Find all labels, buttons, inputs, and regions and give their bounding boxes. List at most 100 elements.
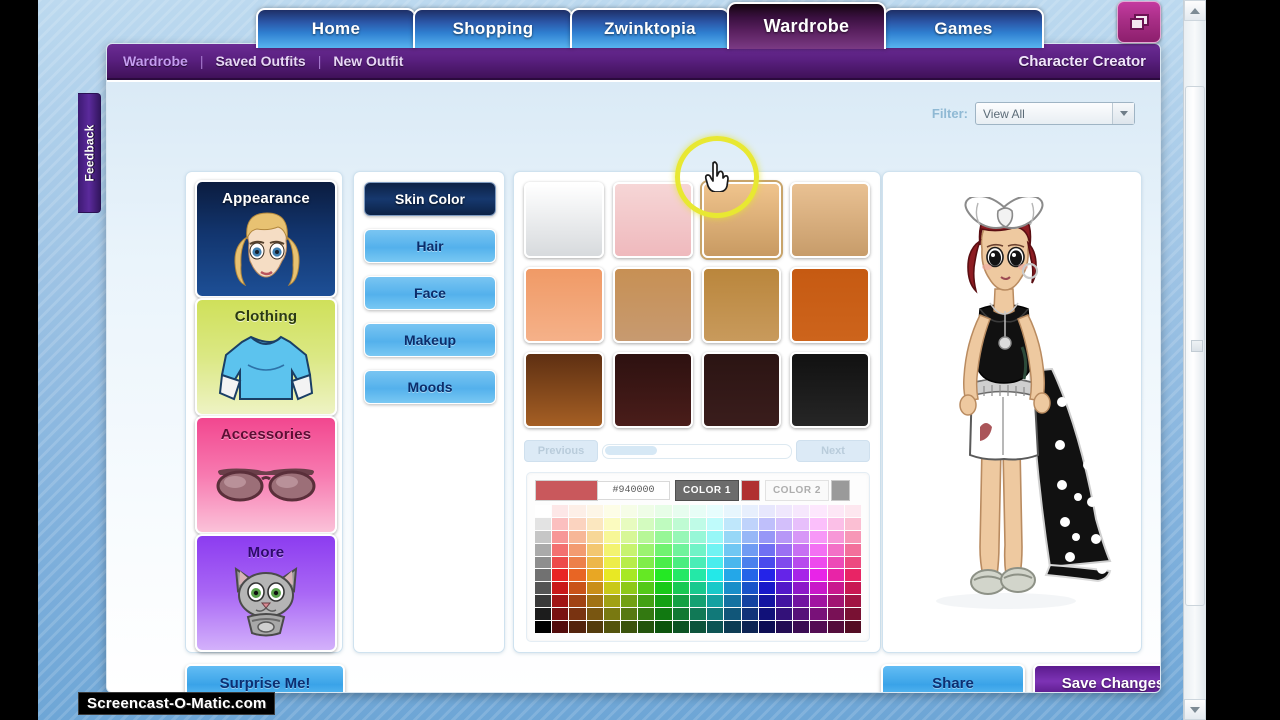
palette-cell[interactable] bbox=[603, 621, 621, 633]
palette-cell[interactable] bbox=[758, 556, 775, 569]
palette-cell[interactable] bbox=[741, 621, 758, 633]
palette-cell[interactable] bbox=[810, 608, 827, 621]
palette-cell[interactable] bbox=[586, 530, 603, 543]
palette-cell[interactable] bbox=[827, 582, 844, 595]
palette-cell[interactable] bbox=[603, 556, 621, 569]
palette-cell[interactable] bbox=[655, 621, 672, 633]
palette-cell[interactable] bbox=[758, 569, 775, 582]
palette-cell[interactable] bbox=[689, 608, 707, 621]
swatch-pink[interactable] bbox=[612, 182, 693, 258]
palette-cell[interactable] bbox=[535, 569, 552, 582]
palette-cell[interactable] bbox=[724, 608, 741, 621]
palette-cell[interactable] bbox=[603, 595, 621, 608]
palette-cell[interactable] bbox=[586, 505, 603, 517]
palette-cell[interactable] bbox=[724, 595, 741, 608]
palette-cell[interactable] bbox=[621, 543, 638, 556]
palette-cell[interactable] bbox=[569, 569, 586, 582]
palette-cell[interactable] bbox=[741, 569, 758, 582]
palette-cell[interactable] bbox=[810, 621, 827, 633]
palette-cell[interactable] bbox=[535, 582, 552, 595]
palette-cell[interactable] bbox=[827, 621, 844, 633]
subnav-item-new-outfit[interactable]: New Outfit bbox=[321, 53, 415, 69]
palette-cell[interactable] bbox=[621, 556, 638, 569]
palette-cell[interactable] bbox=[621, 517, 638, 530]
palette-cell[interactable] bbox=[741, 595, 758, 608]
tab-games[interactable]: Games bbox=[883, 8, 1044, 48]
palette-cell[interactable] bbox=[724, 556, 741, 569]
category-appearance[interactable]: Appearance bbox=[195, 180, 337, 298]
palette-cell[interactable] bbox=[758, 582, 775, 595]
palette-cell[interactable] bbox=[775, 582, 793, 595]
palette-cell[interactable] bbox=[552, 543, 569, 556]
palette-cell[interactable] bbox=[758, 530, 775, 543]
palette-cell[interactable] bbox=[586, 543, 603, 556]
palette-cell[interactable] bbox=[793, 582, 810, 595]
palette-cell[interactable] bbox=[689, 505, 707, 517]
page-scroll-thumb[interactable] bbox=[605, 445, 657, 455]
scroll-up-arrow-icon[interactable] bbox=[1184, 0, 1206, 21]
palette-cell[interactable] bbox=[586, 595, 603, 608]
palette-cell[interactable] bbox=[707, 517, 724, 530]
swatch-light-tan[interactable] bbox=[701, 182, 782, 258]
palette-cell[interactable] bbox=[672, 556, 689, 569]
palette-cell[interactable] bbox=[844, 582, 861, 595]
hex-value-field[interactable]: #940000 bbox=[598, 480, 670, 500]
palette-cell[interactable] bbox=[552, 621, 569, 633]
palette-cell[interactable] bbox=[552, 569, 569, 582]
palette-cell[interactable] bbox=[810, 569, 827, 582]
palette-cell[interactable] bbox=[793, 569, 810, 582]
palette-cell[interactable] bbox=[775, 621, 793, 633]
palette-cell[interactable] bbox=[586, 569, 603, 582]
palette-cell[interactable] bbox=[758, 595, 775, 608]
palette-cell[interactable] bbox=[724, 621, 741, 633]
subnav-item-saved-outfits[interactable]: Saved Outfits bbox=[203, 53, 317, 69]
palette-cell[interactable] bbox=[535, 543, 552, 556]
palette-cell[interactable] bbox=[793, 608, 810, 621]
swatch-tan[interactable] bbox=[790, 182, 870, 258]
palette-cell[interactable] bbox=[689, 582, 707, 595]
palette-cell[interactable] bbox=[827, 505, 844, 517]
palette-cell[interactable] bbox=[844, 530, 861, 543]
category-more[interactable]: More bbox=[195, 534, 337, 652]
palette-cell[interactable] bbox=[707, 569, 724, 582]
palette-cell[interactable] bbox=[655, 556, 672, 569]
swatch-golden-brown[interactable] bbox=[701, 267, 782, 343]
palette-cell[interactable] bbox=[775, 569, 793, 582]
tab-home[interactable]: Home bbox=[256, 8, 416, 48]
palette-cell[interactable] bbox=[689, 543, 707, 556]
palette-cell[interactable] bbox=[741, 608, 758, 621]
palette-cell[interactable] bbox=[569, 621, 586, 633]
share-button[interactable]: Share bbox=[881, 664, 1025, 692]
subcategory-hair[interactable]: Hair bbox=[364, 229, 496, 263]
subcategory-makeup[interactable]: Makeup bbox=[364, 323, 496, 357]
palette-cell[interactable] bbox=[827, 569, 844, 582]
palette-cell[interactable] bbox=[552, 556, 569, 569]
palette-cell[interactable] bbox=[689, 595, 707, 608]
palette-cell[interactable] bbox=[758, 608, 775, 621]
palette-cell[interactable] bbox=[672, 505, 689, 517]
palette-cell[interactable] bbox=[569, 556, 586, 569]
palette-cell[interactable] bbox=[689, 556, 707, 569]
palette-cell[interactable] bbox=[672, 621, 689, 633]
palette-cell[interactable] bbox=[741, 517, 758, 530]
palette-cell[interactable] bbox=[707, 505, 724, 517]
swatch-burnt-orange[interactable] bbox=[790, 267, 870, 343]
palette-cell[interactable] bbox=[552, 608, 569, 621]
palette-cell[interactable] bbox=[741, 543, 758, 556]
swatch-medium-tan[interactable] bbox=[612, 267, 693, 343]
color1-tab[interactable]: COLOR 1 bbox=[675, 479, 739, 501]
palette-cell[interactable] bbox=[793, 556, 810, 569]
palette-cell[interactable] bbox=[603, 543, 621, 556]
palette-cell[interactable] bbox=[707, 543, 724, 556]
palette-cell[interactable] bbox=[758, 543, 775, 556]
palette-cell[interactable] bbox=[741, 582, 758, 595]
palette-cell[interactable] bbox=[810, 505, 827, 517]
palette-cell[interactable] bbox=[603, 608, 621, 621]
palette-cell[interactable] bbox=[844, 569, 861, 582]
palette-cell[interactable] bbox=[844, 543, 861, 556]
palette-cell[interactable] bbox=[724, 505, 741, 517]
next-page-button[interactable]: Next bbox=[796, 440, 870, 462]
color-palette-grid[interactable] bbox=[535, 505, 861, 633]
palette-cell[interactable] bbox=[535, 517, 552, 530]
palette-cell[interactable] bbox=[672, 608, 689, 621]
